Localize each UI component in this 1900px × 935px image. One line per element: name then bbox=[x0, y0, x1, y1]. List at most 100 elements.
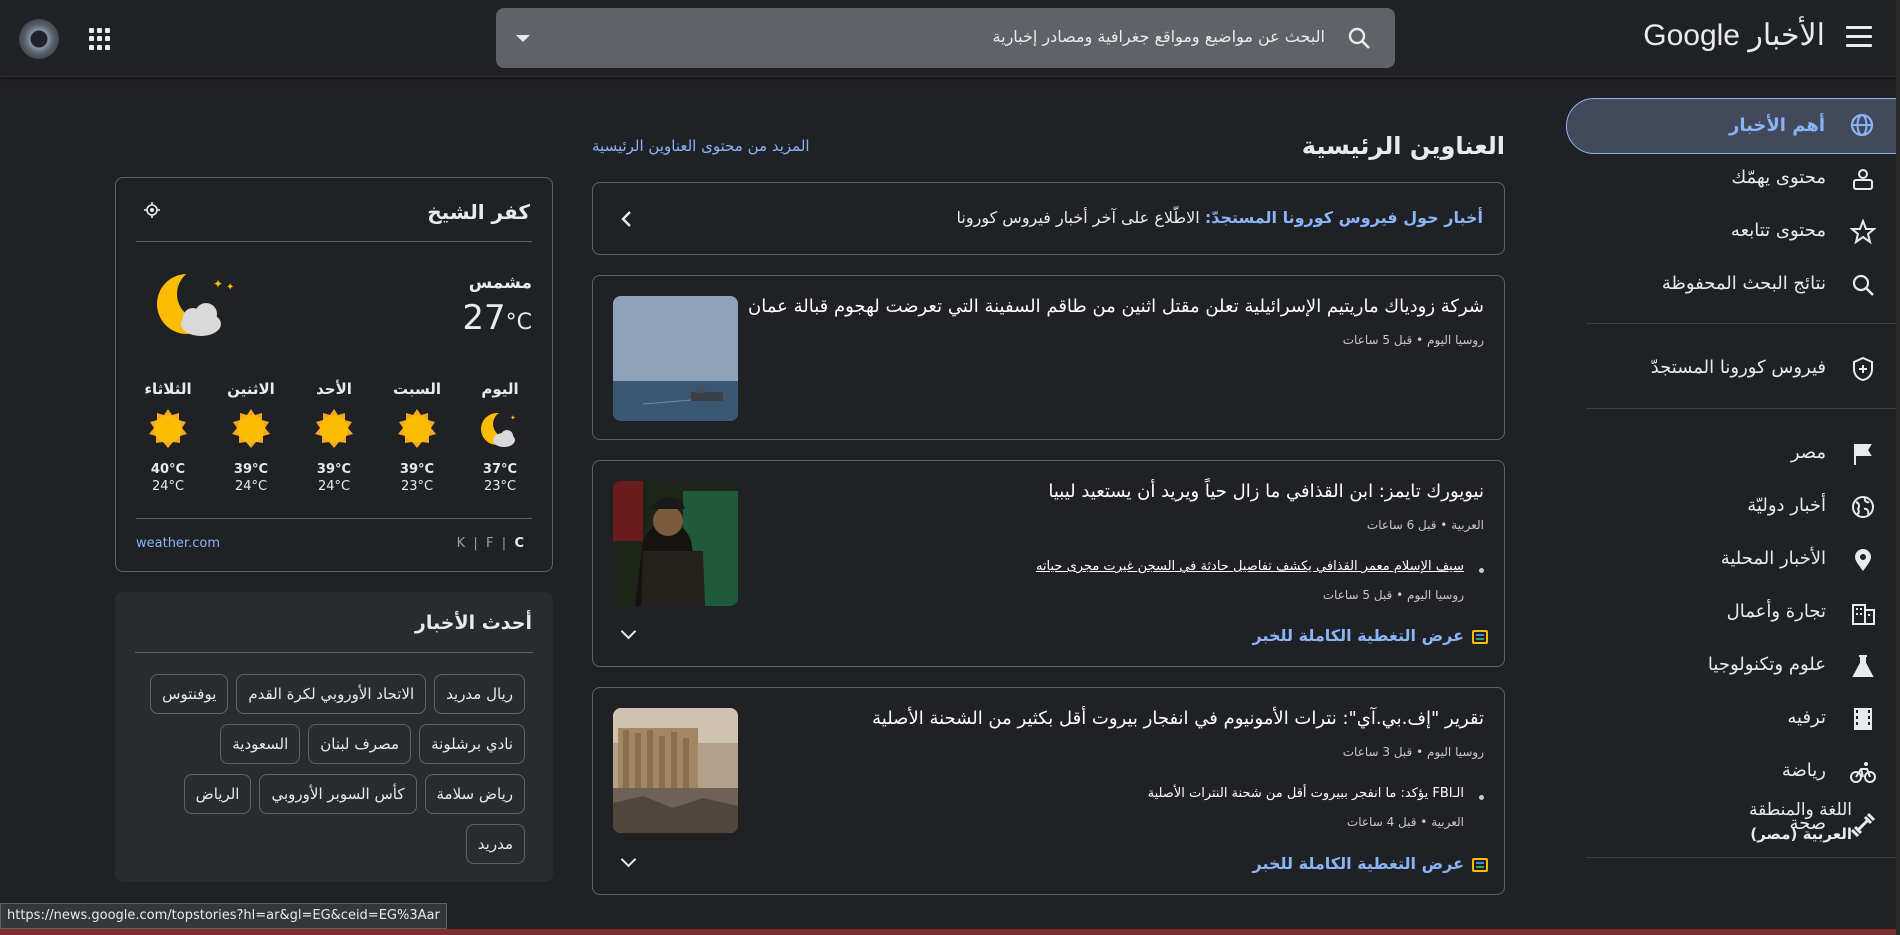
story-headline[interactable]: شركة زودياك ماريتيم الإسرائيلية تعلن مقت… bbox=[748, 296, 1484, 317]
related-story-source[interactable]: روسيا اليوم bbox=[1407, 588, 1464, 602]
story-source[interactable]: روسيا اليوم bbox=[1427, 745, 1484, 759]
sidebar-item-top-stories[interactable]: أهم الأخبار bbox=[1566, 98, 1900, 154]
sidebar-item-egypt[interactable]: مصر bbox=[1560, 428, 1900, 478]
expand-chevron-icon[interactable] bbox=[620, 623, 637, 640]
expand-chevron-icon[interactable] bbox=[620, 851, 637, 868]
forecast-low: 24°C bbox=[317, 479, 351, 494]
google-apps-icon[interactable] bbox=[89, 28, 111, 50]
search-icon[interactable] bbox=[1347, 26, 1371, 50]
topic-chip[interactable]: كأس السوبر الأوروبي bbox=[259, 774, 417, 814]
sidebar-item-science[interactable]: علوم وتكنولوجيا bbox=[1560, 640, 1900, 690]
forecast-high: 40°C bbox=[150, 462, 186, 477]
sidebar-item-label: نتائج البحث المحفوظة bbox=[1661, 273, 1826, 294]
topic-chip[interactable]: نادي برشلونة bbox=[419, 724, 525, 764]
status-bar-url: https://news.google.com/topstories?hl=ar… bbox=[0, 903, 447, 929]
story-source[interactable]: العربية bbox=[1451, 518, 1484, 532]
taskbar-strip bbox=[0, 929, 1900, 935]
sidebar-item-for-you[interactable]: محتوى يهمّك bbox=[1560, 153, 1900, 203]
sidebar-item-label: فيروس كورونا المستجدّ bbox=[1650, 357, 1826, 378]
svg-text:✦: ✦ bbox=[226, 282, 234, 293]
qaddafi-image[interactable] bbox=[613, 481, 738, 606]
topic-chip[interactable]: مدريد bbox=[465, 824, 525, 864]
account-avatar[interactable] bbox=[19, 19, 59, 59]
topic-chip[interactable]: رياض سلامة bbox=[424, 774, 525, 814]
meta-separator-dot: • bbox=[1392, 588, 1404, 602]
sidebar-item-following[interactable]: محتوى تتابعه bbox=[1560, 206, 1900, 256]
full-coverage-link[interactable]: عرض التغطية الكاملة للخبر bbox=[1253, 626, 1465, 645]
more-headlines-link[interactable]: المزيد من محتوى العناوين الرئيسية bbox=[592, 137, 810, 155]
forecast-high: 39°C bbox=[399, 462, 435, 477]
location-icon[interactable] bbox=[144, 202, 160, 218]
topic-chip[interactable]: الرياض bbox=[183, 774, 252, 814]
forecast-day[interactable]: الأحد 39°C 24°C bbox=[302, 380, 366, 494]
story-headline[interactable]: تقرير "إف.بي.آي": نترات الأمونيوم في انف… bbox=[872, 708, 1484, 729]
unit-fahrenheit[interactable]: F bbox=[486, 536, 493, 551]
story-card[interactable]: تقرير "إف.بي.آي": نترات الأمونيوم في انف… bbox=[592, 687, 1505, 895]
story-time: قبل 5 ساعات bbox=[1342, 333, 1413, 347]
beirut-explosion-image[interactable] bbox=[613, 708, 738, 833]
ship-image[interactable] bbox=[613, 296, 738, 421]
story-card[interactable]: شركة زودياك ماريتيم الإسرائيلية تعلن مقت… bbox=[592, 275, 1505, 440]
search-box[interactable]: البحث عن مواضيع ومواقع جغرافية ومصادر إخ… bbox=[496, 8, 1395, 68]
forecast-high: 39°C bbox=[233, 462, 269, 477]
topic-chip[interactable]: السعودية bbox=[220, 724, 301, 764]
unit-kelvin[interactable]: K bbox=[457, 536, 466, 551]
sidebar-item-saved-searches[interactable]: نتائج البحث المحفوظة bbox=[1560, 259, 1900, 309]
forecast-day[interactable]: الثلاثاء 40°C 24°C bbox=[136, 380, 200, 494]
weather-city[interactable]: كفر الشيخ bbox=[427, 200, 530, 224]
story-source[interactable]: روسيا اليوم bbox=[1427, 333, 1484, 347]
forecast-low: 24°C bbox=[234, 479, 268, 494]
related-story-source[interactable]: العربية bbox=[1431, 815, 1464, 829]
sidebar-item-label: أهم الأخبار bbox=[1728, 115, 1825, 136]
world-icon bbox=[1852, 496, 1874, 518]
forecast-day[interactable]: اليوم ✦ 37°C 23°C bbox=[468, 380, 532, 494]
sidebar-item-local[interactable]: الأخبار المحلية bbox=[1560, 534, 1900, 584]
globe-icon bbox=[1850, 113, 1874, 137]
related-story-headline[interactable]: سيف الإسلام معمر القذافي يكشف تفاصيل حاد… bbox=[1036, 559, 1464, 574]
forecast-low: 24°C bbox=[151, 479, 185, 494]
story-headline[interactable]: نيويورك تايمز: ابن القذافي ما زال حياً و… bbox=[1048, 481, 1484, 502]
related-story-meta: روسيا اليوم • قبل 5 ساعات bbox=[1323, 588, 1464, 602]
language-region-value[interactable]: العربية (مصر) bbox=[1750, 825, 1852, 843]
story-meta: روسيا اليوم • قبل 5 ساعات bbox=[1343, 333, 1484, 347]
search-input[interactable]: البحث عن مواضيع ومواقع جغرافية ومصادر إخ… bbox=[993, 27, 1325, 46]
weather-temperature: 27°C bbox=[462, 298, 532, 338]
topic-chip[interactable]: يوفنتوس bbox=[150, 674, 229, 714]
search-options-icon[interactable] bbox=[516, 35, 530, 42]
flask-icon bbox=[1852, 655, 1874, 677]
topic-chip[interactable]: الاتحاد الأوروبي لكرة القدم bbox=[236, 674, 427, 714]
full-coverage-link[interactable]: عرض التغطية الكاملة للخبر bbox=[1253, 854, 1465, 873]
unit-celsius[interactable]: C bbox=[514, 536, 524, 551]
sidebar-item-sports[interactable]: رياضة bbox=[1560, 746, 1900, 796]
sidebar-item-entertainment[interactable]: ترفيه bbox=[1560, 693, 1900, 743]
covid-banner[interactable]: أخبار حول فيروس كورونا المستجدّ: الاطّلا… bbox=[592, 182, 1505, 255]
story-time: قبل 3 ساعات bbox=[1342, 745, 1413, 759]
bullet-dot bbox=[1479, 795, 1484, 800]
related-story-headline[interactable]: الـFBI يؤكد: ما انفجر ببيروت أقل من شحنة… bbox=[1148, 786, 1464, 801]
weather-divider bbox=[136, 518, 532, 519]
page-scrollbar[interactable] bbox=[1896, 0, 1900, 935]
sun-icon bbox=[149, 409, 187, 448]
weather-source-link[interactable]: weather.com bbox=[136, 536, 220, 551]
sidebar-item-business[interactable]: تجارة وأعمال bbox=[1560, 587, 1900, 637]
chevron-left-icon[interactable] bbox=[619, 210, 635, 228]
star-icon bbox=[1850, 219, 1876, 245]
dumbbell-icon bbox=[1850, 812, 1876, 838]
forecast-high: 39°C bbox=[316, 462, 352, 477]
covid-banner-text: أخبار حول فيروس كورونا المستجدّ: الاطّلا… bbox=[957, 208, 1483, 227]
app-logo[interactable]: Google الأخبار bbox=[1643, 18, 1825, 53]
main-menu-icon[interactable] bbox=[1846, 26, 1872, 50]
forecast-day[interactable]: السبت 39°C 23°C bbox=[385, 380, 449, 494]
sidebar-item-world[interactable]: أخبار دوليّة bbox=[1560, 481, 1900, 531]
covid-banner-description: الاطّلاع على آخر أخبار فيروس كورونا bbox=[956, 208, 1200, 227]
topic-chip[interactable]: مصرف لبنان bbox=[308, 724, 412, 764]
person-icon bbox=[1853, 169, 1873, 190]
language-region-title[interactable]: اللغة والمنطقة bbox=[1749, 800, 1852, 820]
moon-cloud-icon: ✦ ✦ bbox=[157, 268, 234, 336]
forecast-day[interactable]: الاثنين 39°C 24°C bbox=[219, 380, 283, 494]
topic-chip[interactable]: ريال مدريد bbox=[434, 674, 525, 714]
film-icon bbox=[1854, 708, 1872, 730]
search-icon bbox=[1852, 274, 1874, 296]
story-card[interactable]: نيويورك تايمز: ابن القذافي ما زال حياً و… bbox=[592, 460, 1505, 667]
sidebar-item-covid[interactable]: فيروس كورونا المستجدّ bbox=[1560, 343, 1900, 393]
